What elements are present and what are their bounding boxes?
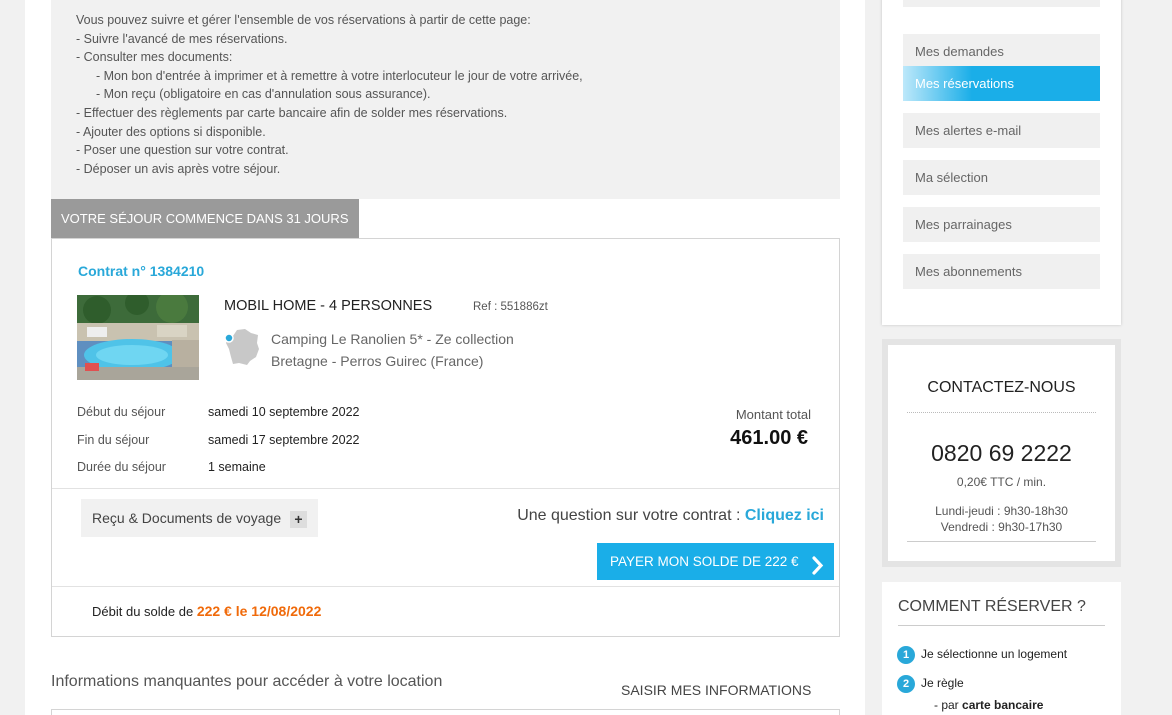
balance-debit: Débit du solde de 222 € le 12/08/2022 <box>92 603 321 619</box>
step-number-badge: 2 <box>897 675 915 693</box>
divider <box>907 412 1096 413</box>
intro-line: - Déposer un avis après votre séjour. <box>76 161 281 176</box>
how-to-book-title: COMMENT RÉSERVER ? <box>898 598 1086 615</box>
how-to-book-box: COMMENT RÉSERVER ? 1 Je sélectionne un lo… <box>882 582 1121 715</box>
missing-info-title: Informations manquantes pour accéder à v… <box>51 673 443 690</box>
question-text: Une question sur votre contrat : <box>517 507 741 524</box>
intro-line: - Suivre l'avancé de mes réservations. <box>76 31 288 46</box>
menu-item-selection[interactable]: Ma sélection <box>903 160 1100 195</box>
documents-button-label: Reçu & Documents de voyage <box>92 510 282 526</box>
duration-value: 1 semaine <box>208 460 266 474</box>
call-price: 0,20€ TTC / min. <box>956 475 1047 489</box>
divider <box>52 488 839 489</box>
documents-button[interactable]: Reçu & Documents de voyage + <box>81 499 318 537</box>
intro-line: - Mon bon d'entrée à imprimer et à remet… <box>96 68 583 83</box>
end-value: samedi 17 septembre 2022 <box>208 433 360 447</box>
stay-countdown-tag: VOTRE SÉJOUR COMMENCE DANS 31 JOURS <box>51 199 359 238</box>
intro-line: - Ajouter des options si disponible. <box>76 124 266 139</box>
divider <box>907 541 1096 542</box>
camping-location: Bretagne - Perros Guirec (France) <box>271 353 484 369</box>
main-content: Vous pouvez suivre et gérer l'ensemble d… <box>25 0 865 715</box>
intro-line: - Poser une question sur votre contrat. <box>76 143 289 158</box>
hours-friday: Vendredi : 9h30-17h30 <box>940 520 1063 534</box>
missing-info-box <box>51 709 840 715</box>
camping-name[interactable]: Camping Le Ranolien 5* - Ze collection <box>271 331 514 347</box>
pay-balance-button[interactable]: PAYER MON SOLDE DE 222 € <box>597 543 834 580</box>
plus-icon: + <box>290 511 307 528</box>
intro-line: Vous pouvez suivre et gérer l'ensemble d… <box>76 13 531 27</box>
menu-item-email-alerts[interactable]: Mes alertes e-mail <box>903 113 1100 148</box>
contract-number[interactable]: Contrat n° 1384210 <box>78 263 204 279</box>
intro-line: - Mon reçu (obligatoire en cas d'annulat… <box>96 87 431 102</box>
end-label: Fin du séjour <box>77 433 150 447</box>
menu-item-top[interactable] <box>903 0 1100 7</box>
step-text: Je règle <box>921 676 964 691</box>
contract-question: Une question sur votre contrat : Cliquez… <box>517 507 824 525</box>
question-link[interactable]: Cliquez ici <box>745 507 824 524</box>
contract-card: Contrat n° 1384210 MOBIL HOME - 4 PERSON… <box>51 238 840 637</box>
step-1: 1 Je sélectionne un logement <box>897 646 1067 664</box>
step-detail-prefix: - par <box>934 698 959 712</box>
step-2: 2 Je règle <box>897 675 964 693</box>
menu-item-requests[interactable]: Mes demandes <box>903 34 1100 69</box>
intro-line: - Consulter mes documents: <box>76 50 233 65</box>
pay-balance-label: PAYER MON SOLDE DE 222 € <box>610 554 799 569</box>
divider <box>52 586 839 587</box>
france-map-icon <box>223 327 263 367</box>
divider <box>898 625 1105 626</box>
total-amount: 461.00 € <box>730 427 808 449</box>
intro-line: - Effectuer des règlements par carte ban… <box>76 105 508 120</box>
total-label: Montant total <box>735 407 811 422</box>
menu-item-reservations[interactable]: Mes réservations <box>903 66 1100 101</box>
contact-phone[interactable]: 0820 69 2222 <box>888 440 1115 467</box>
contact-box: CONTACTEZ-NOUS 0820 69 2222 0,20€ TTC / … <box>882 339 1121 567</box>
debit-text: Débit du solde de <box>92 604 194 619</box>
contact-title: CONTACTEZ-NOUS <box>927 379 1076 396</box>
enter-info-link[interactable]: SAISIR MES INFORMATIONS <box>621 682 811 698</box>
product-name: MOBIL HOME - 4 PERSONNES <box>224 298 433 314</box>
start-label: Début du séjour <box>77 405 166 419</box>
step-detail-method: carte bancaire <box>962 698 1044 712</box>
product-ref: Ref : 551886zt <box>473 301 548 313</box>
chevron-right-icon <box>811 552 824 575</box>
start-value: samedi 10 septembre 2022 <box>208 405 360 419</box>
step-2-detail: - par carte bancaire <box>934 698 1043 712</box>
duration-label: Durée du séjour <box>77 460 166 474</box>
step-number-badge: 1 <box>897 646 915 664</box>
camping-photo[interactable] <box>77 295 199 380</box>
account-menu: Mes demandes Mes réservations Mes alerte… <box>882 0 1121 325</box>
hours-weekdays: Lundi-jeudi : 9h30-18h30 <box>935 504 1068 518</box>
menu-item-subscriptions[interactable]: Mes abonnements <box>903 254 1100 289</box>
debit-amount: 222 € le 12/08/2022 <box>196 603 322 619</box>
step-text: Je sélectionne un logement <box>921 647 1068 662</box>
menu-item-referrals[interactable]: Mes parrainages <box>903 207 1100 242</box>
intro-box: Vous pouvez suivre et gérer l'ensemble d… <box>51 0 840 199</box>
